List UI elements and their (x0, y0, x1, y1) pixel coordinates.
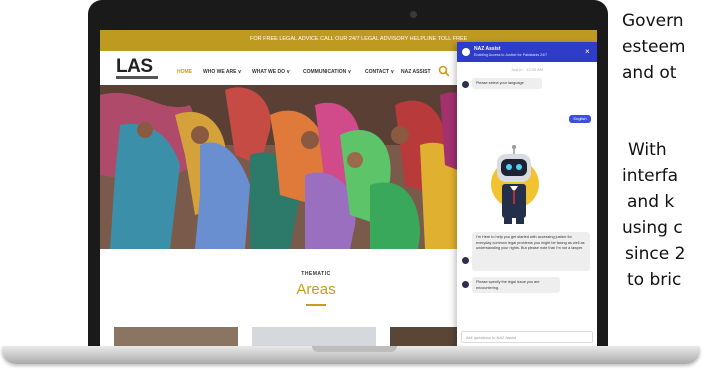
nav-home[interactable]: HOME (177, 69, 192, 75)
nav-naz-assist[interactable]: NAZ ASSIST (401, 69, 431, 75)
robot-illustration (491, 145, 539, 224)
chat-widget: NAZ Assist Enabling Access to Justice fo… (457, 42, 597, 348)
bot-message: Please select your language (472, 78, 542, 89)
bot-avatar-icon (462, 81, 469, 88)
logo-tagline (116, 76, 158, 79)
close-icon[interactable]: × (585, 47, 590, 56)
bot-avatar (462, 48, 470, 56)
nav-who-we-are[interactable]: WHO WE ARE ∨ (203, 69, 241, 75)
bot-message: Please specify the legal issue you are e… (472, 277, 560, 293)
trackpad-notch (312, 346, 397, 352)
chat-input[interactable]: Ask questions to NAZ Assist (461, 331, 593, 343)
chat-subtitle: Enabling Access to Justice for Pakistani… (474, 53, 548, 57)
search-icon[interactable] (438, 65, 450, 77)
laptop-base (2, 346, 700, 364)
site-logo[interactable]: LAS (116, 56, 153, 78)
camera-icon (410, 11, 417, 18)
user-message: English (569, 115, 591, 123)
side-text-line: using c (622, 218, 683, 238)
bot-avatar-icon (462, 281, 469, 288)
side-text-line: With (628, 140, 667, 160)
laptop-screen: FOR FREE LEGAL ADVICE CALL OUR 24/7 LEGA… (100, 30, 597, 348)
nav-communication[interactable]: COMMUNICATION ∨ (303, 69, 351, 75)
chat-title: NAZ Assist (474, 46, 501, 52)
nav-what-we-do[interactable]: WHAT WE DO ∨ (252, 69, 290, 75)
side-text-line: esteem (622, 37, 686, 57)
side-text-line: and ot (622, 63, 677, 83)
chat-header: NAZ Assist Enabling Access to Justice fo… (457, 42, 597, 62)
side-text-line: Govern (622, 11, 684, 31)
side-text-line: to bric (627, 270, 682, 290)
area-thumbnail[interactable] (252, 327, 376, 348)
area-thumbnail[interactable] (114, 327, 238, 348)
side-text-line: since 2 (625, 244, 686, 264)
chat-timestamp: Just in · 12:00 AM (510, 67, 543, 72)
side-text-line: and k (627, 192, 675, 212)
nav-contact[interactable]: CONTACT ∨ (365, 69, 394, 75)
areas-divider (306, 304, 326, 306)
side-text-line: interfa (622, 166, 679, 186)
announcement-text: FOR FREE LEGAL ADVICE CALL OUR 24/7 LEGA… (250, 36, 468, 42)
bot-avatar-icon (462, 257, 469, 264)
bot-message: I'm Here to help you get started with ac… (472, 232, 590, 271)
